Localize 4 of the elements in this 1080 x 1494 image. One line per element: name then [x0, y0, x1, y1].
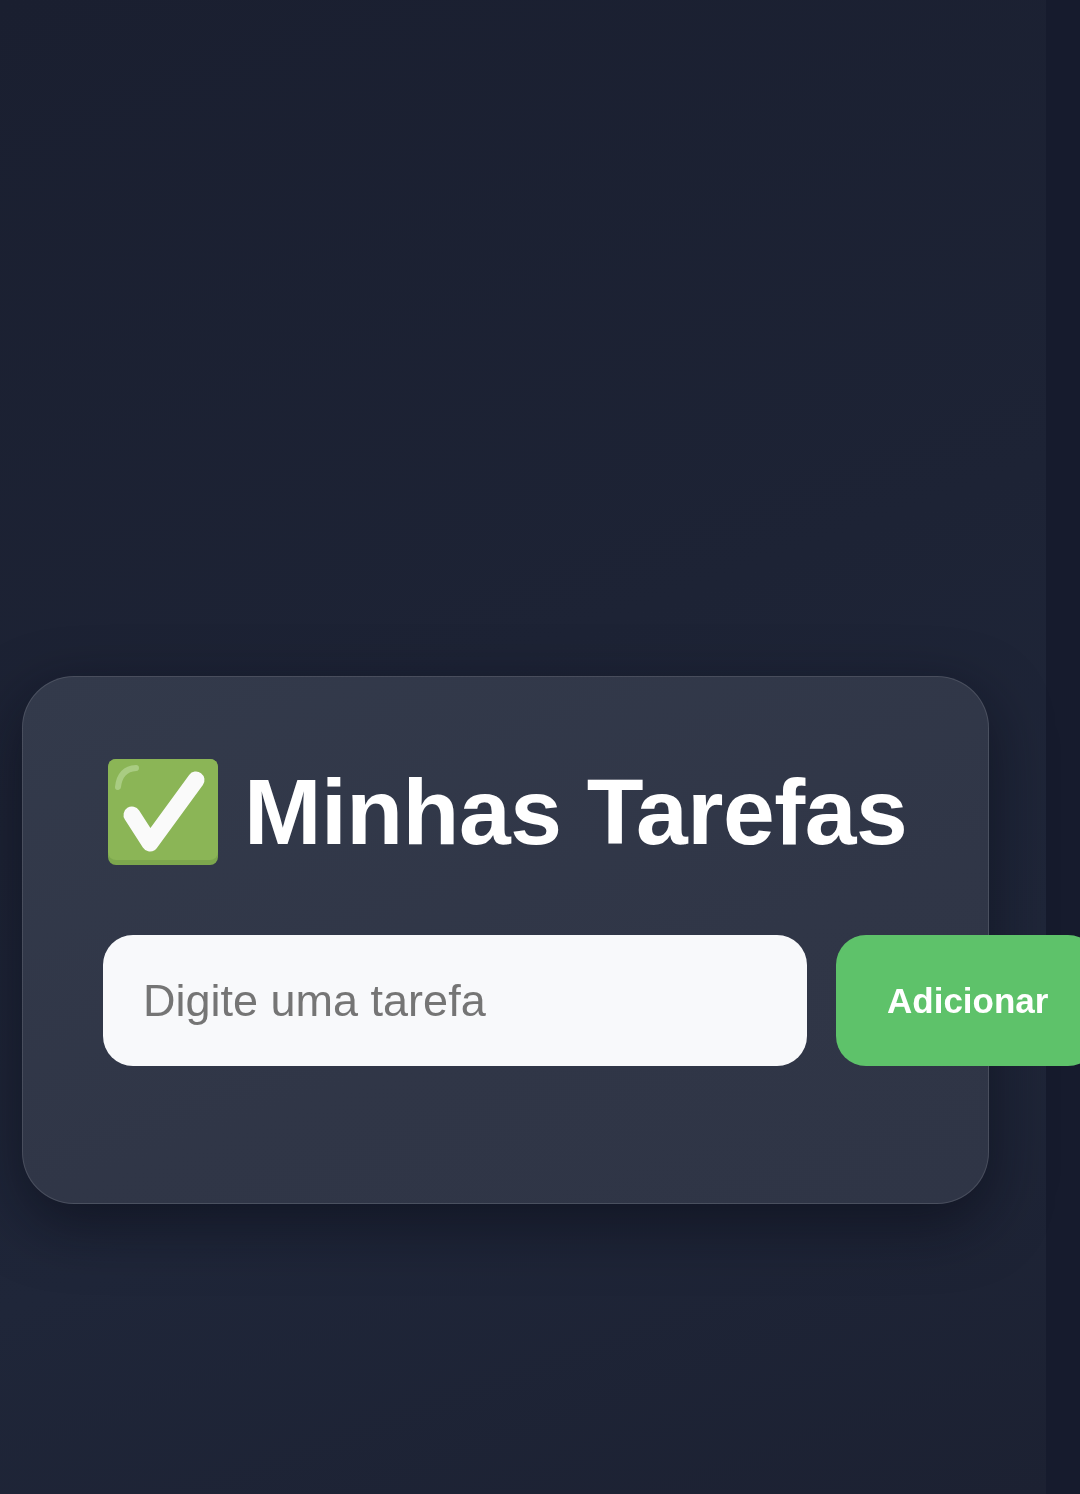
page-title: Minhas Tarefas [244, 759, 908, 865]
check-icon [108, 759, 218, 865]
add-button[interactable]: Adicionar [836, 935, 1080, 1066]
task-input-field[interactable]: Digite uma tarefa [103, 935, 807, 1066]
